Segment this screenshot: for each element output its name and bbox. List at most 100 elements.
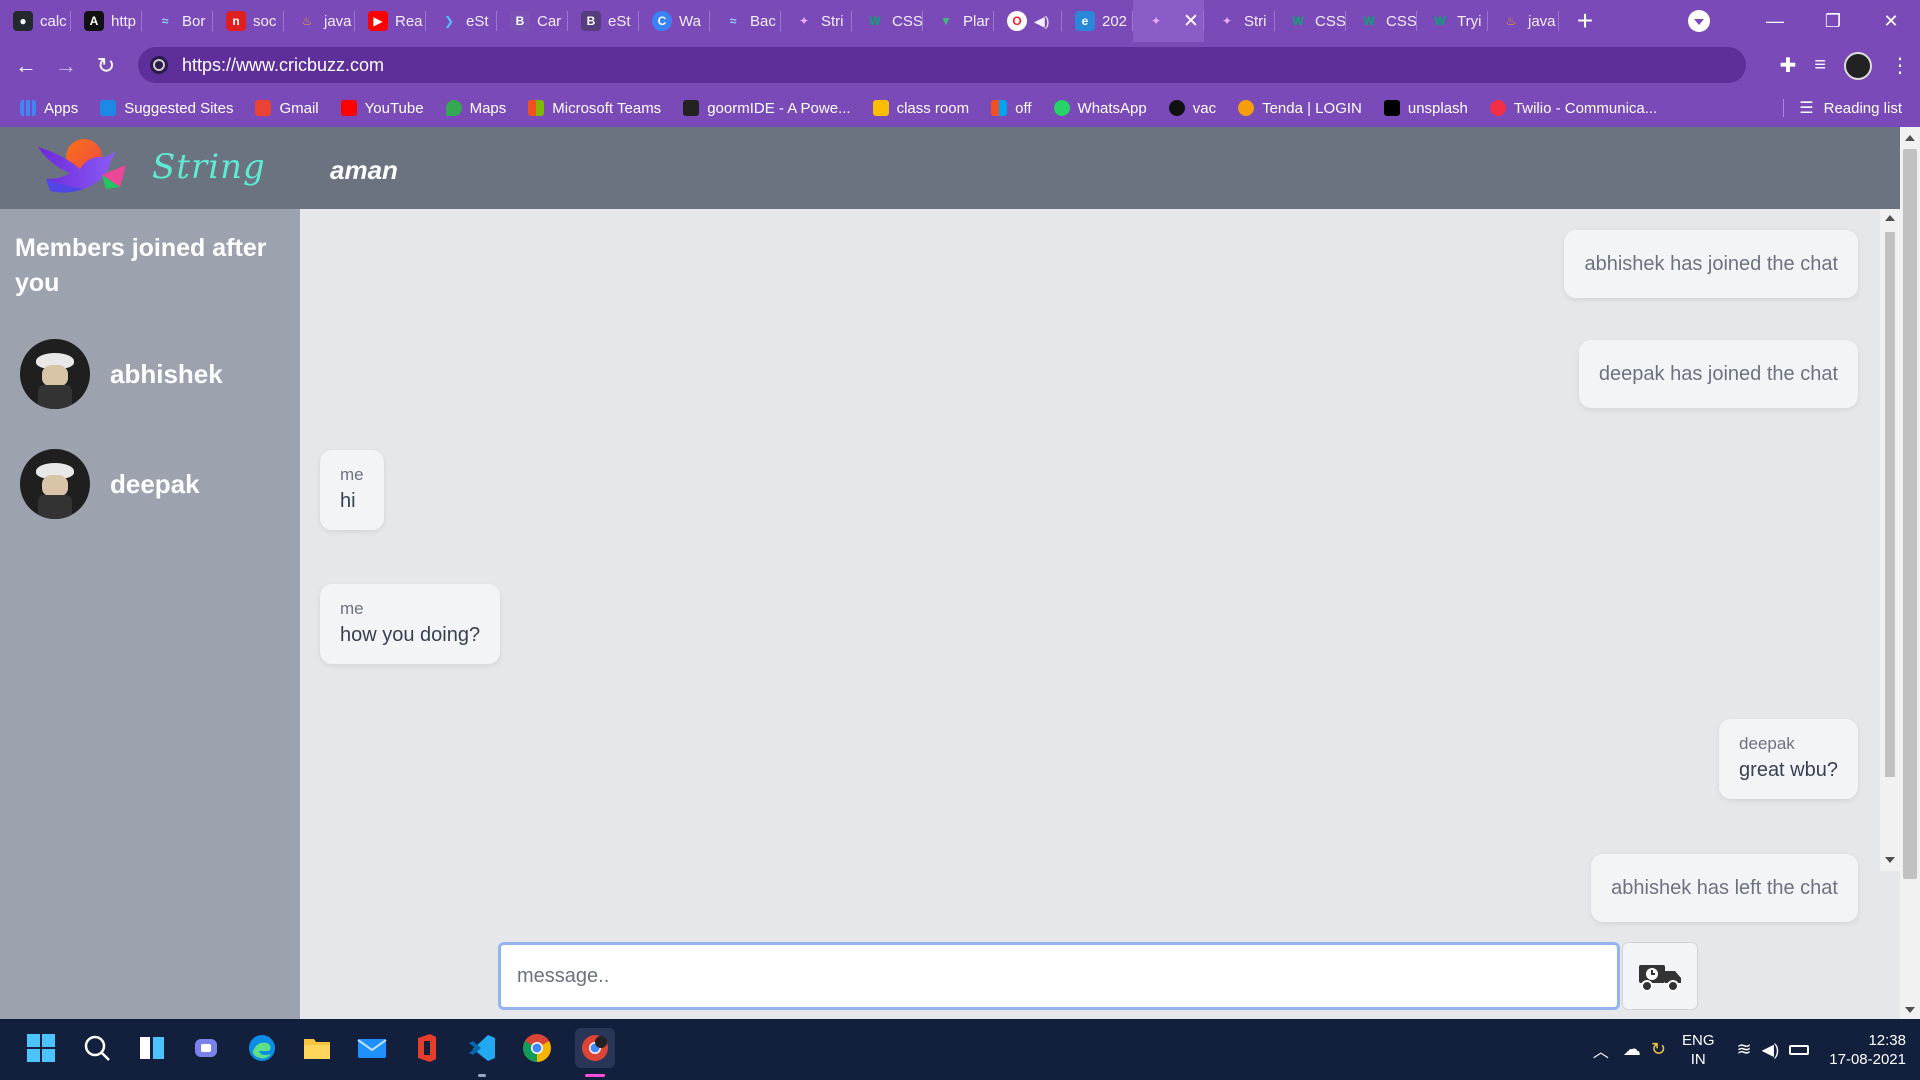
message-input[interactable] bbox=[501, 945, 1617, 1007]
tab[interactable]: ≈ Bac bbox=[710, 0, 781, 42]
teams-chat-icon[interactable] bbox=[190, 1031, 224, 1065]
vscode-icon[interactable] bbox=[465, 1031, 499, 1065]
chrome-profile-icon[interactable] bbox=[575, 1028, 615, 1068]
tab[interactable]: ≈ Bor bbox=[142, 0, 213, 42]
tab[interactable]: ▼ Plar bbox=[923, 0, 994, 42]
bookmark[interactable]: Maps bbox=[445, 100, 506, 117]
battery-icon[interactable] bbox=[1789, 1044, 1810, 1055]
sync-icon[interactable]: ↻ bbox=[1651, 1039, 1666, 1060]
edge-icon[interactable] bbox=[245, 1031, 279, 1065]
close-tab-icon[interactable]: ✕ bbox=[1183, 10, 1199, 33]
bootstrap-icon: B bbox=[510, 11, 530, 31]
back-icon[interactable]: ← bbox=[6, 46, 46, 86]
bookmark[interactable]: Twilio - Communica... bbox=[1489, 100, 1657, 117]
string-icon: ✦ bbox=[1221, 14, 1233, 28]
tab[interactable]: ▶ Rea bbox=[355, 0, 426, 42]
wifi-icon[interactable]: ≋ bbox=[1737, 1039, 1752, 1060]
tab[interactable]: W Tryi bbox=[1417, 0, 1488, 42]
language-indicator[interactable]: ENG IN bbox=[1682, 1031, 1715, 1069]
bookmark[interactable]: Gmail bbox=[255, 100, 319, 117]
tab[interactable]: ♨ java bbox=[1488, 0, 1559, 42]
tab[interactable]: ✦ Stri bbox=[781, 0, 852, 42]
tab-search-icon[interactable] bbox=[1688, 10, 1710, 32]
extensions-icon[interactable]: ✚ bbox=[1780, 53, 1797, 78]
site-info-icon[interactable] bbox=[150, 56, 168, 74]
github-icon: ● bbox=[13, 11, 33, 31]
bookmark[interactable]: class room bbox=[872, 100, 969, 117]
microsoft-icon bbox=[991, 100, 1008, 116]
chat-message: deepak great wbu? bbox=[1719, 719, 1858, 799]
search-icon[interactable] bbox=[80, 1031, 114, 1065]
tab[interactable]: W CSS bbox=[1275, 0, 1346, 42]
angular-icon: A bbox=[84, 11, 104, 31]
app-header: String aman bbox=[0, 127, 1900, 209]
tab[interactable]: B Car bbox=[497, 0, 568, 42]
java-icon: ♨ bbox=[301, 14, 313, 28]
member-item[interactable]: deepak bbox=[20, 449, 200, 519]
mute-icon[interactable]: ◀) bbox=[1034, 13, 1049, 30]
send-button[interactable] bbox=[1622, 942, 1698, 1010]
bookmark[interactable]: vac bbox=[1168, 100, 1216, 117]
reload-icon[interactable]: ↻ bbox=[86, 46, 126, 86]
page-scrollbar-thumb[interactable] bbox=[1903, 149, 1917, 879]
apps-grid-icon bbox=[20, 100, 36, 116]
forward-icon[interactable]: → bbox=[46, 46, 86, 86]
tab[interactable]: BeSt bbox=[568, 0, 639, 42]
close-window-icon[interactable]: ✕ bbox=[1862, 0, 1920, 42]
profile-avatar[interactable] bbox=[1844, 51, 1872, 80]
onedrive-icon[interactable]: ☁ bbox=[1623, 1039, 1641, 1060]
bookmark[interactable]: Suggested Sites bbox=[100, 100, 233, 117]
tab[interactable]: W CSS bbox=[1346, 0, 1417, 42]
tab[interactable]: ♨ java bbox=[284, 0, 355, 42]
tab[interactable]: C Wa bbox=[639, 0, 710, 42]
url-text[interactable]: https://www.cricbuzz.com bbox=[182, 55, 384, 76]
address-bar[interactable]: https://www.cricbuzz.com bbox=[138, 47, 1746, 83]
start-icon[interactable] bbox=[24, 1031, 58, 1065]
mail-icon[interactable] bbox=[355, 1031, 389, 1065]
message-text: great wbu? bbox=[1739, 759, 1838, 781]
restore-icon[interactable]: ❐ bbox=[1804, 0, 1862, 42]
tailwind-icon: ≈ bbox=[729, 14, 737, 28]
bookmark-apps[interactable]: Apps bbox=[20, 100, 78, 117]
tab[interactable]: O ◀) bbox=[994, 0, 1062, 42]
tab-active[interactable]: ✦ ✕ bbox=[1133, 0, 1204, 42]
scroll-down-icon[interactable] bbox=[1885, 857, 1895, 863]
bookmark[interactable]: Microsoft Teams bbox=[528, 100, 661, 117]
whatsapp-icon bbox=[1053, 100, 1070, 116]
clock[interactable]: 12:38 17-08-2021 bbox=[1829, 1031, 1906, 1069]
bookmark[interactable]: YouTube bbox=[340, 100, 424, 117]
tab[interactable]: Ahttp bbox=[71, 0, 142, 42]
tab[interactable]: n soc bbox=[213, 0, 284, 42]
reading-list[interactable]: ☰ Reading list bbox=[1783, 89, 1902, 127]
bookmark[interactable]: off bbox=[991, 100, 1032, 117]
bookmark[interactable]: WhatsApp bbox=[1053, 100, 1147, 117]
bookmark[interactable]: Tenda | LOGIN bbox=[1238, 100, 1362, 117]
page-scroll-down-icon[interactable] bbox=[1905, 1007, 1915, 1013]
file-explorer-icon[interactable] bbox=[300, 1031, 334, 1065]
tab[interactable]: e 202 bbox=[1062, 0, 1133, 42]
tab[interactable]: ✦ Stri bbox=[1204, 0, 1275, 42]
media-control-icon[interactable]: ≡ bbox=[1814, 54, 1826, 77]
chrome-icon[interactable] bbox=[520, 1031, 554, 1065]
chat-messages bbox=[300, 209, 1900, 869]
new-tab-button[interactable]: + bbox=[1559, 5, 1611, 37]
tab[interactable]: ❯ eSt bbox=[426, 0, 497, 42]
office-icon[interactable] bbox=[410, 1031, 444, 1065]
member-item[interactable]: abhishek bbox=[20, 339, 223, 409]
chat-scrollbar-thumb[interactable] bbox=[1885, 232, 1895, 777]
show-hidden-icons-icon[interactable]: ︿ bbox=[1593, 1038, 1609, 1062]
bookmark[interactable]: goormIDE - A Powe... bbox=[683, 100, 851, 117]
page-scroll-up-icon[interactable] bbox=[1905, 135, 1915, 141]
string-icon: ✦ bbox=[1150, 14, 1162, 28]
tab[interactable]: ● calc bbox=[0, 0, 71, 42]
task-view-icon[interactable] bbox=[135, 1031, 169, 1065]
menu-icon[interactable]: ⋮ bbox=[1890, 53, 1910, 78]
bookmark[interactable]: unsplash bbox=[1383, 100, 1468, 117]
tailwind-icon: ≈ bbox=[161, 14, 169, 28]
tab[interactable]: W CSS bbox=[852, 0, 923, 42]
volume-icon[interactable]: ◀) bbox=[1762, 1040, 1780, 1060]
scroll-up-icon[interactable] bbox=[1885, 215, 1895, 221]
browser-toolbar: ← → ↻ https://www.cricbuzz.com ✚ ≡ ⋮ bbox=[0, 42, 1920, 89]
tenda-icon bbox=[1238, 100, 1255, 116]
minimize-icon[interactable]: — bbox=[1746, 0, 1804, 42]
